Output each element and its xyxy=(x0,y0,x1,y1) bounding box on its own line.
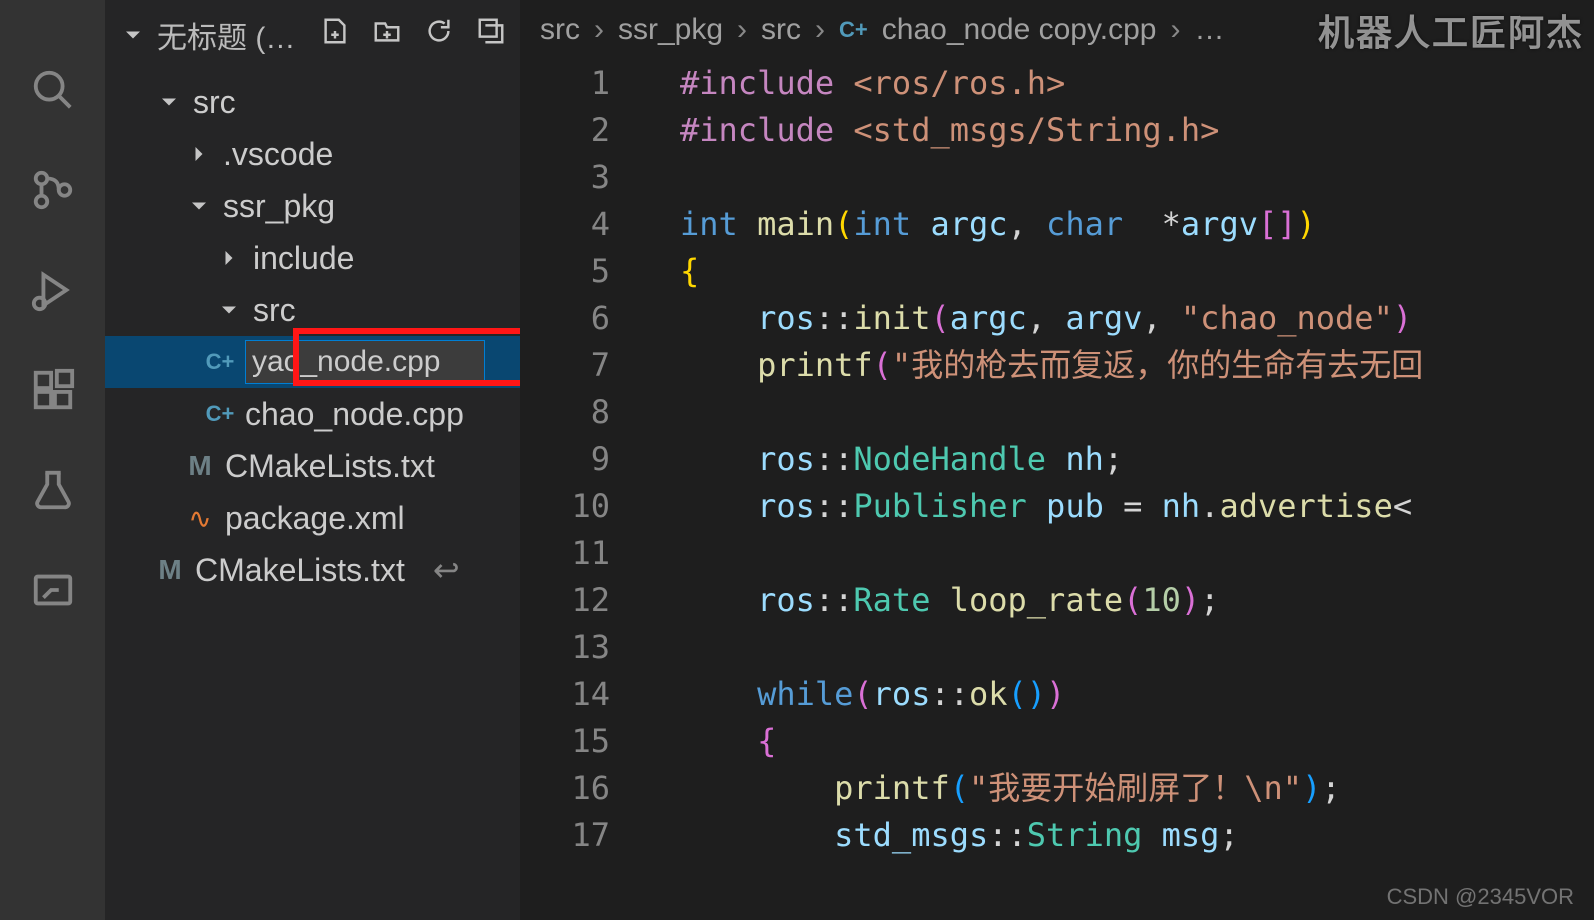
tree-label: CMakeLists.txt xyxy=(225,448,435,485)
source-control-icon[interactable] xyxy=(23,160,83,220)
folder-src-root[interactable]: src xyxy=(105,76,520,128)
output-icon[interactable] xyxy=(23,560,83,620)
breadcrumb-item[interactable]: chao_node copy.cpp xyxy=(882,13,1157,47)
cpp-icon: C+ xyxy=(205,401,235,427)
chevron-right-icon: › xyxy=(1170,13,1180,47)
file-yao-node[interactable]: C+ xyxy=(105,336,520,388)
chevron-right-icon: › xyxy=(737,13,747,47)
tree-label: src xyxy=(193,84,236,121)
file-cmakelists-pkg[interactable]: M CMakeLists.txt xyxy=(105,440,520,492)
collapse-all-icon[interactable] xyxy=(476,16,506,54)
link-icon: ↩ xyxy=(433,551,460,589)
cpp-icon: C+ xyxy=(839,17,868,43)
breadcrumb-item[interactable]: src xyxy=(540,13,580,47)
file-tree: src .vscode ssr_pkg include src C+ xyxy=(105,70,520,596)
breadcrumb-item[interactable]: src xyxy=(761,13,801,47)
watermark-bottom: CSDN @2345VOR xyxy=(1387,884,1574,910)
m-icon: M xyxy=(185,450,215,482)
tree-label: ssr_pkg xyxy=(223,188,335,225)
file-cmakelists-root[interactable]: M CMakeLists.txt ↩ xyxy=(105,544,520,596)
chevron-right-icon: › xyxy=(815,13,825,47)
chevron-down-icon xyxy=(155,88,183,116)
tree-label: chao_node.cpp xyxy=(245,396,464,433)
line-numbers: 1234567891011121314151617 xyxy=(520,60,650,859)
chevron-down-icon xyxy=(185,192,213,220)
folder-src-inner[interactable]: src xyxy=(105,284,520,336)
chevron-down-icon xyxy=(215,296,243,324)
refresh-icon[interactable] xyxy=(424,16,454,54)
tree-label: package.xml xyxy=(225,500,405,537)
search-icon[interactable] xyxy=(23,60,83,120)
code-content[interactable]: #include <ros/ros.h>#include <std_msgs/S… xyxy=(680,60,1594,859)
file-package-xml[interactable]: ∿ package.xml xyxy=(105,492,520,544)
tree-label: .vscode xyxy=(223,136,333,173)
workspace-title: 无标题 (… xyxy=(157,13,310,57)
xml-icon: ∿ xyxy=(185,502,215,535)
cpp-icon: C+ xyxy=(205,349,235,375)
file-chao-node[interactable]: C+ chao_node.cpp xyxy=(105,388,520,440)
chevron-right-icon xyxy=(215,244,243,272)
sidebar-header: 无标题 (… xyxy=(105,0,520,70)
breadcrumb-item[interactable]: … xyxy=(1194,13,1224,47)
tree-label: src xyxy=(253,292,296,329)
new-file-icon[interactable] xyxy=(320,16,350,54)
run-debug-icon[interactable] xyxy=(23,260,83,320)
m-icon: M xyxy=(155,554,185,586)
testing-icon[interactable] xyxy=(23,460,83,520)
new-folder-icon[interactable] xyxy=(372,16,402,54)
chevron-right-icon: › xyxy=(594,13,604,47)
chevron-down-icon[interactable] xyxy=(119,21,147,49)
watermark-top: 机器人工匠阿杰 xyxy=(1318,4,1584,56)
extensions-icon[interactable] xyxy=(23,360,83,420)
editor-area: src › ssr_pkg › src › C+ chao_node copy.… xyxy=(520,0,1594,920)
explorer-sidebar: 无标题 (… src .vscode ssr_pkg include xyxy=(105,0,520,920)
folder-include[interactable]: include xyxy=(105,232,520,284)
folder-ssr-pkg[interactable]: ssr_pkg xyxy=(105,180,520,232)
tree-label: CMakeLists.txt xyxy=(195,552,405,589)
activity-bar xyxy=(0,0,105,920)
chevron-right-icon xyxy=(185,140,213,168)
tree-label: include xyxy=(253,240,354,277)
breadcrumb-item[interactable]: ssr_pkg xyxy=(618,13,723,47)
rename-input[interactable] xyxy=(245,340,485,384)
folder-vscode[interactable]: .vscode xyxy=(105,128,520,180)
